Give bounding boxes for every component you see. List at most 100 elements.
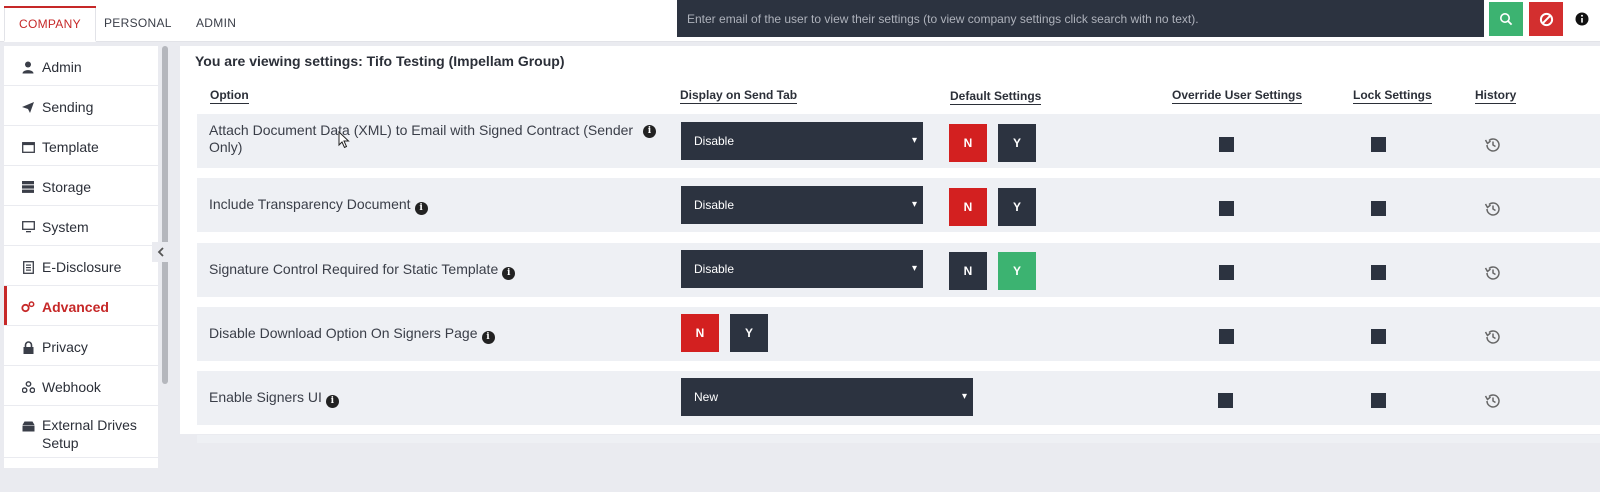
lock-checkbox[interactable] [1371, 137, 1386, 152]
search-button[interactable] [1489, 2, 1523, 36]
lock-checkbox[interactable] [1371, 265, 1386, 280]
info-icon[interactable]: i [481, 331, 495, 344]
default-y-button[interactable]: Y [998, 188, 1036, 226]
default-y-button[interactable]: Y [998, 252, 1036, 290]
setting-row-partial [197, 435, 1600, 443]
info-icon[interactable]: i [414, 202, 428, 215]
setting-label-text: Attach Document Data (XML) to Email with… [209, 122, 634, 155]
select-value: New [694, 390, 719, 404]
override-checkbox[interactable] [1219, 329, 1234, 344]
clear-search-button[interactable] [1529, 2, 1563, 36]
info-icon [1575, 12, 1589, 26]
tab-admin-label: ADMIN [196, 16, 237, 30]
display-on-send-select[interactable]: Disable ▾ [681, 122, 923, 160]
sidebar-scrollbar[interactable] [162, 46, 168, 384]
settings-sidebar: Admin Sending Template Storage System E-… [4, 46, 158, 468]
sidebar-item-label: External Drives Setup [42, 417, 137, 451]
lock-icon [20, 339, 36, 355]
display-on-send-select[interactable]: Disable ▾ [681, 186, 923, 224]
display-on-send-select[interactable]: Disable ▾ [681, 250, 923, 288]
settings-page: COMPANY PERSONAL ADMIN Admin Sending Tem… [0, 0, 1600, 492]
tab-personal[interactable]: PERSONAL [90, 6, 186, 42]
default-y-button[interactable]: Y [998, 124, 1036, 162]
tab-admin[interactable]: ADMIN [182, 6, 250, 42]
override-checkbox[interactable] [1219, 137, 1234, 152]
sidebar-item-webhook[interactable]: Webhook [4, 366, 158, 406]
default-n-button[interactable]: N [949, 124, 987, 162]
column-header-display: Display on Send Tab [680, 88, 798, 104]
history-icon[interactable] [1483, 327, 1503, 347]
sidebar-item-external-drives[interactable]: External Drives Setup [4, 406, 158, 458]
sidebar-item-label: Admin [42, 59, 82, 75]
search-icon [1500, 13, 1513, 26]
setting-row: Disable Download Option On Signers Page i [197, 307, 1600, 361]
ban-icon [1539, 12, 1553, 26]
chevron-down-icon: ▾ [911, 263, 917, 274]
chevron-down-icon: ▾ [911, 135, 917, 146]
setting-label: Attach Document Data (XML) to Email with… [209, 122, 656, 156]
company-name: Tifo Testing (Impellam Group) [366, 53, 565, 69]
history-icon[interactable] [1483, 199, 1503, 219]
setting-label: Enable Signers UI i [209, 389, 339, 408]
setting-label-text: Include Transparency Document [209, 196, 411, 212]
override-checkbox[interactable] [1219, 201, 1234, 216]
sidebar-item-label: Advanced [42, 299, 109, 315]
sidebar-item-label: Sending [42, 99, 94, 115]
info-icon[interactable]: i [502, 267, 516, 280]
column-header-override: Override User Settings [1172, 88, 1303, 104]
column-header-history: History [1475, 88, 1517, 104]
setting-label-text: Disable Download Option On Signers Page [209, 325, 478, 341]
user-email-search-input[interactable] [677, 0, 1484, 37]
default-n-button[interactable]: N [949, 252, 987, 290]
history-icon[interactable] [1483, 391, 1503, 411]
help-info-button[interactable] [1569, 4, 1595, 34]
cogs-icon [20, 299, 36, 315]
setting-label: Include Transparency Document i [209, 196, 428, 215]
monitor-icon [20, 219, 36, 235]
mouse-cursor-icon [338, 131, 350, 149]
tab-company-label: COMPANY [19, 17, 81, 31]
display-y-button[interactable]: Y [730, 314, 768, 352]
display-n-button[interactable]: N [681, 314, 719, 352]
lock-checkbox[interactable] [1371, 201, 1386, 216]
lock-checkbox[interactable] [1371, 329, 1386, 344]
sidebar-item-label: Storage [42, 179, 92, 195]
sidebar-item-label: Webhook [42, 379, 101, 395]
info-icon[interactable]: i [643, 125, 656, 138]
sidebar-item-label: E-Disclosure [42, 259, 122, 275]
user-icon [20, 59, 36, 75]
history-icon[interactable] [1483, 135, 1503, 155]
sidebar-item-storage[interactable]: Storage [4, 166, 158, 206]
tab-company[interactable]: COMPANY [4, 6, 96, 42]
sidebar-item-advanced[interactable]: Advanced [4, 286, 158, 326]
default-n-button[interactable]: N [949, 188, 987, 226]
chevron-down-icon: ▾ [961, 391, 967, 402]
paper-plane-icon [20, 99, 36, 115]
viewing-settings-heading: You are viewing settings: Tifo Testing (… [195, 53, 565, 69]
signers-ui-select[interactable]: New ▾ [681, 378, 973, 416]
column-header-lock: Lock Settings [1353, 88, 1432, 104]
select-value: Disable [694, 134, 735, 148]
sidebar-item-label: Template [42, 139, 99, 155]
sidebar-item-template[interactable]: Template [4, 126, 158, 166]
window-icon [20, 139, 36, 155]
override-checkbox[interactable] [1219, 265, 1234, 280]
collapse-sidebar-button[interactable] [152, 242, 168, 262]
sidebar-item-label: System [42, 219, 89, 235]
setting-label-text: Signature Control Required for Static Te… [209, 261, 499, 277]
sidebar-item-privacy[interactable]: Privacy [4, 326, 158, 366]
column-header-default: Default Settings [950, 89, 1042, 105]
override-checkbox[interactable] [1218, 393, 1233, 408]
sidebar-item-admin[interactable]: Admin [4, 46, 158, 86]
viewing-label: You are viewing settings: [195, 53, 363, 69]
lock-checkbox[interactable] [1371, 393, 1386, 408]
history-icon[interactable] [1483, 263, 1503, 283]
info-icon[interactable]: i [325, 395, 339, 408]
tab-personal-label: PERSONAL [104, 16, 172, 30]
sidebar-item-label: Privacy [42, 339, 88, 355]
chevron-down-icon: ▾ [911, 199, 917, 210]
sidebar-item-system[interactable]: System [4, 206, 158, 246]
setting-label-text: Enable Signers UI [209, 389, 322, 405]
sidebar-item-sending[interactable]: Sending [4, 86, 158, 126]
sidebar-item-e-disclosure[interactable]: E-Disclosure [4, 246, 158, 286]
